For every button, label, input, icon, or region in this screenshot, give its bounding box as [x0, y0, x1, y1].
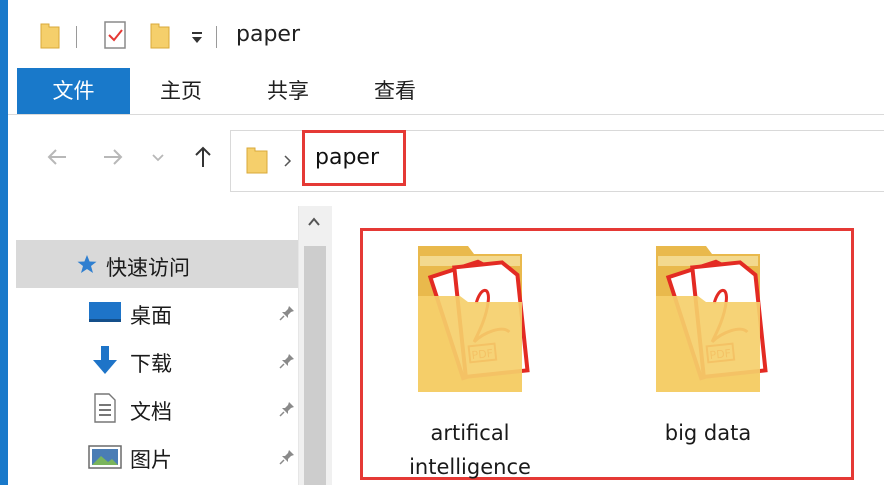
- customize-toolbar-icon[interactable]: [190, 26, 204, 48]
- pin-icon[interactable]: [278, 304, 296, 322]
- tab-home[interactable]: 主页: [146, 68, 216, 114]
- nav-item-documents[interactable]: 文档: [16, 384, 298, 432]
- breadcrumb-chevron-icon[interactable]: [282, 154, 292, 168]
- window-border: [0, 0, 8, 485]
- nav-item-desktop[interactable]: 桌面: [16, 288, 298, 336]
- tab-file[interactable]: 文件: [17, 68, 130, 114]
- toolbar-separator: [76, 26, 77, 48]
- title-bar: paper: [8, 0, 884, 68]
- folder-icon[interactable]: [38, 20, 62, 50]
- star-icon: [77, 255, 97, 273]
- forward-arrow-icon[interactable]: [98, 142, 128, 172]
- document-icon: [94, 393, 116, 423]
- pin-icon[interactable]: [278, 352, 296, 370]
- pdf-folder-icon: PDF: [656, 246, 768, 392]
- nav-item-downloads[interactable]: 下载: [16, 336, 298, 384]
- toolbar-separator: [216, 26, 217, 48]
- nav-label-downloads: 下载: [130, 352, 172, 376]
- tab-view[interactable]: 查看: [360, 68, 430, 114]
- scrollbar-thumb[interactable]: [304, 246, 326, 485]
- pdf-folder-icon: PDF: [418, 246, 530, 392]
- nav-label-quick-access: 快速访问: [106, 256, 190, 280]
- explorer-window: paper 文件 主页 共享 查看 paper 快速访问 桌面 下载 文档 图片…: [8, 0, 884, 485]
- back-arrow-icon[interactable]: [42, 142, 72, 172]
- pictures-icon: [88, 445, 122, 469]
- download-icon: [93, 346, 117, 374]
- pin-icon[interactable]: [278, 448, 296, 466]
- new-folder-icon[interactable]: [148, 20, 172, 50]
- window-title: paper: [236, 22, 300, 47]
- address-highlight-box: [302, 130, 406, 186]
- up-arrow-icon[interactable]: [188, 142, 218, 172]
- nav-item-pictures[interactable]: 图片: [16, 432, 298, 480]
- nav-label-desktop: 桌面: [130, 304, 172, 328]
- pin-icon[interactable]: [278, 400, 296, 418]
- folder-item-artifical-intelligence[interactable]: PDF artifical intelligence: [390, 240, 550, 479]
- ribbon-divider: [8, 114, 884, 115]
- folder-location-icon: [246, 147, 268, 174]
- nav-label-pictures: 图片: [130, 448, 172, 472]
- folder-name: artifical intelligence: [409, 421, 531, 479]
- ribbon: 文件 主页 共享 查看: [8, 68, 884, 114]
- scroll-up-icon[interactable]: [306, 214, 322, 230]
- folder-item-big-data[interactable]: PDF big data: [628, 240, 788, 445]
- recent-locations-chevron-icon[interactable]: [148, 142, 168, 172]
- nav-label-documents: 文档: [130, 400, 172, 424]
- desktop-icon: [89, 302, 121, 322]
- properties-icon[interactable]: [102, 20, 128, 50]
- folder-name: big data: [664, 421, 752, 445]
- tab-share[interactable]: 共享: [248, 68, 328, 114]
- nav-item-quick-access[interactable]: 快速访问: [16, 240, 298, 288]
